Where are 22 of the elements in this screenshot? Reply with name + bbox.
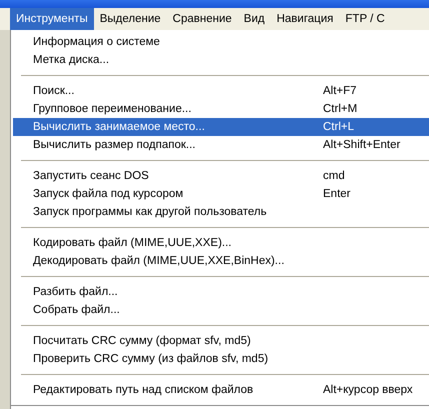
menu-item[interactable]: Проверить CRC сумму (из файлов sfv, md5) — [13, 350, 429, 368]
menu-item[interactable]: Метка диска... — [13, 51, 429, 69]
menu-bar-item[interactable]: Выделение — [94, 8, 167, 30]
menu-item[interactable]: Разбить файл... — [13, 283, 429, 301]
menu-item[interactable]: Запуск программы как другой пользователь — [13, 203, 429, 221]
menu-item[interactable]: Поиск... Alt+F7 — [13, 82, 429, 100]
menu-item[interactable]: Информация о системе — [13, 33, 429, 51]
menu-item[interactable]: Запуск файла под курсором Enter — [13, 185, 429, 203]
menu-bar-item[interactable]: FTP / C — [339, 8, 391, 30]
menu-bar-item[interactable]: Сравнение — [166, 8, 238, 30]
menu-bar-item[interactable]: Вид — [238, 8, 271, 30]
menu-item[interactable]: Групповое переименование... Ctrl+M — [13, 100, 429, 118]
menu-bar-item[interactable]: Инструменты — [10, 8, 94, 30]
menu-item[interactable]: Вычислить размер подпапок... Alt+Shift+Enter — [13, 136, 429, 154]
menu-item[interactable]: Кодировать файл (MIME,UUE,XXE)... — [13, 234, 429, 252]
menu-item[interactable]: Редактировать путь над списком файлов Alt+курсор вверх — [13, 381, 429, 399]
menu-item[interactable]: Собрать файл... — [13, 301, 429, 319]
menu-item[interactable]: Запустить сеанс DOS cmd — [13, 167, 429, 185]
menu-bar-item[interactable]: Навигация — [270, 8, 340, 30]
menu-item[interactable]: Вычислить занимаемое место... Ctrl+L — [13, 118, 429, 136]
menu-item[interactable]: Посчитать CRC сумму (формат sfv, md5) — [13, 332, 429, 350]
menu-item[interactable]: Декодировать файл (MIME,UUE,XXE,BinHex)... — [13, 252, 429, 270]
